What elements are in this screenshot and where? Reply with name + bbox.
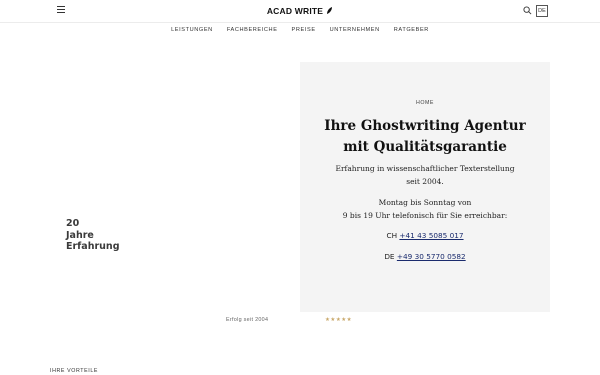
- section-label-advantages: IHRE VORTEILE: [50, 368, 99, 374]
- feather-icon: [327, 7, 333, 14]
- title-line-2: mit Qualitätsgarantie: [343, 139, 507, 155]
- search-icon[interactable]: [523, 6, 532, 15]
- experience-years: 20: [66, 218, 80, 229]
- contact-country-de: DE: [384, 252, 395, 261]
- nav-item-fachbereiche[interactable]: FACHBEREICHE: [227, 24, 278, 36]
- experience-unit: Jahre: [66, 229, 94, 241]
- title-line-1: Ihre Ghostwriting Agentur: [324, 118, 526, 134]
- intro-text: Erfahrung in wissenschaftlicher Texterst…: [300, 163, 550, 188]
- rating-stars: ★★★★★: [325, 317, 353, 323]
- phone-link-ch[interactable]: +41 43 5085 017: [399, 231, 463, 240]
- experience-label: Erfahrung: [66, 241, 120, 252]
- hours-text: Montag bis Sonntag von 9 bis 19 Uhr tele…: [300, 197, 550, 222]
- contact-ch: CH +41 43 5085 017: [300, 231, 550, 240]
- phone-link-de[interactable]: +49 30 5770 0582: [397, 252, 466, 261]
- nav-item-unternehmen[interactable]: UNTERNEHMEN: [330, 24, 380, 36]
- hero-card: HOME Ihre Ghostwriting Agentur mit Quali…: [300, 62, 550, 312]
- main-nav: LEISTUNGEN FACHBEREICHE PREISE UNTERNEHM…: [0, 24, 600, 36]
- language-switch[interactable]: DE: [536, 5, 548, 17]
- top-bar: ACAD WRITE DE: [0, 0, 600, 23]
- contact-country-ch: CH: [386, 231, 398, 240]
- nav-item-preise[interactable]: PREISE: [292, 24, 316, 36]
- nav-item-ratgeber[interactable]: RATGEBER: [394, 24, 429, 36]
- experience-badge: 20 Jahre Erfahrung: [66, 218, 120, 253]
- page-title: Ihre Ghostwriting Agentur mit Qualitätsg…: [300, 116, 550, 158]
- contact-de: DE +49 30 5770 0582: [300, 252, 550, 261]
- hours-line-2: 9 bis 19 Uhr telefonisch für Sie erreich…: [342, 210, 508, 220]
- logo-text[interactable]: ACAD WRITE: [267, 6, 323, 16]
- success-since-label: Erfolg seit 2004: [226, 317, 269, 323]
- intro-line-1: Erfahrung in wissenschaftlicher Texterst…: [335, 164, 515, 173]
- nav-item-leistungen[interactable]: LEISTUNGEN: [171, 24, 213, 36]
- logo: ACAD WRITE: [0, 6, 600, 16]
- breadcrumb[interactable]: HOME: [300, 100, 550, 106]
- intro-line-2: seit 2004.: [406, 176, 444, 186]
- hours-line-1: Montag bis Sonntag von: [378, 198, 472, 207]
